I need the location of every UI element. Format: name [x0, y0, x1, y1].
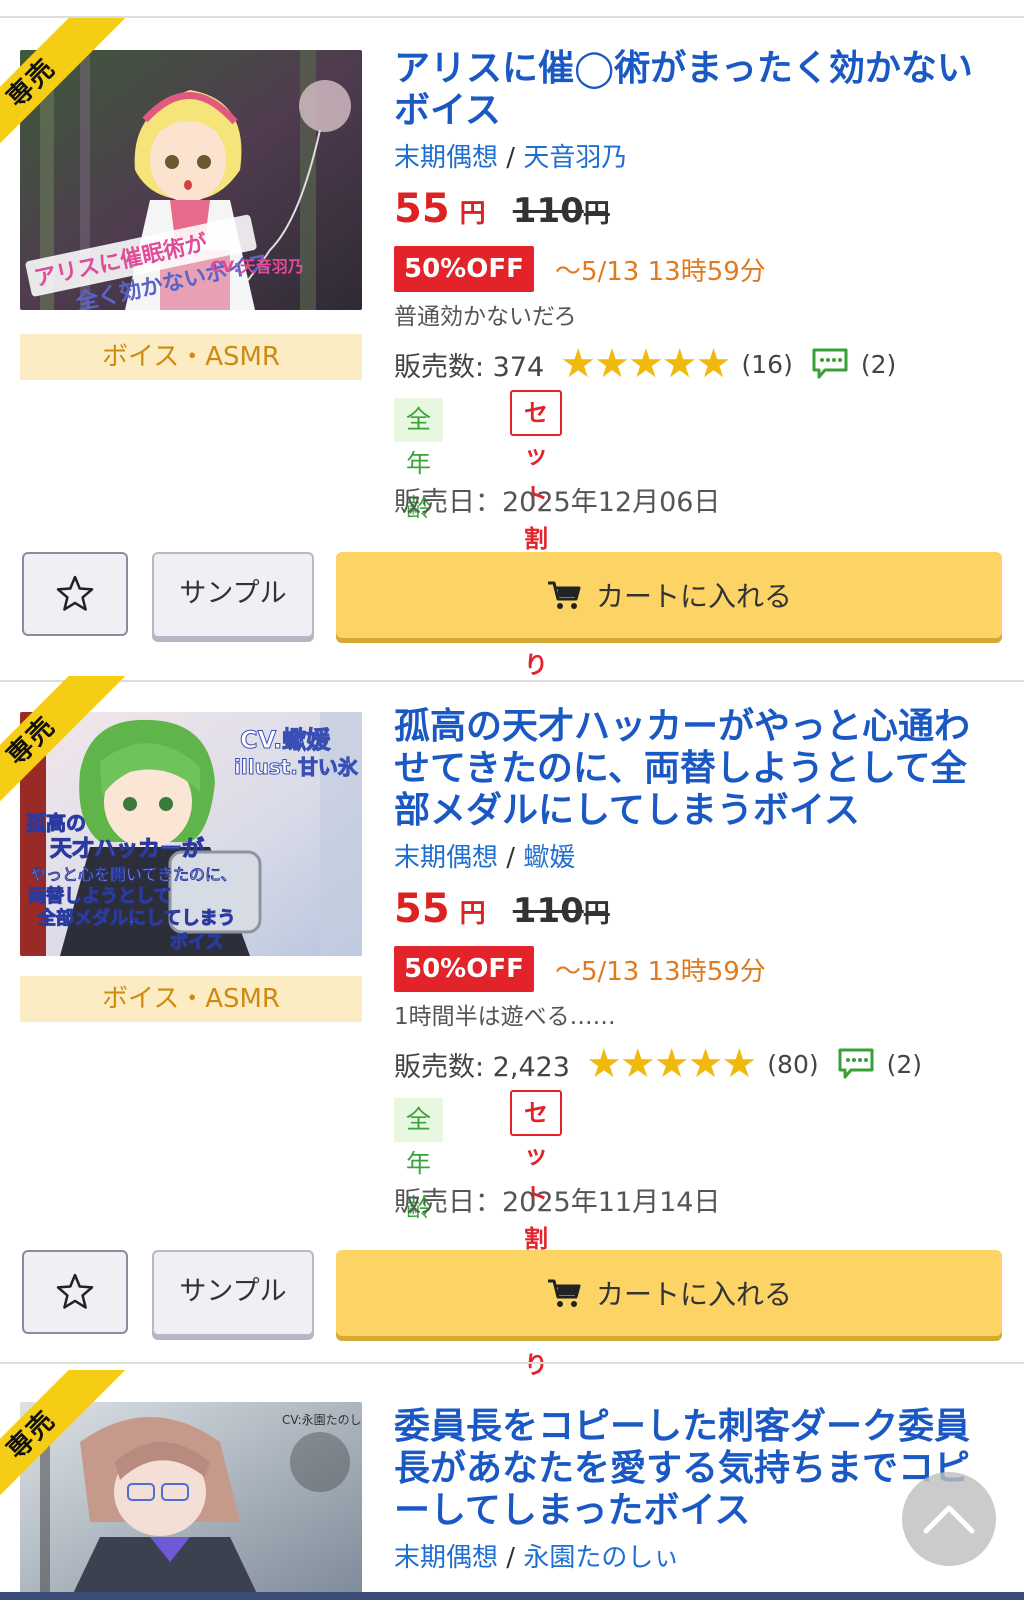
original-price: 110: [512, 191, 584, 231]
comment-icon[interactable]: [811, 347, 849, 381]
voice-actor-link[interactable]: 永園たのしぃ: [523, 1543, 679, 1573]
rating-stars[interactable]: ★ ★ ★ ★ ★: [585, 1041, 758, 1087]
set-discount-tag[interactable]: セット割引あり: [510, 1090, 562, 1379]
cart-icon: [547, 581, 581, 609]
sample-button[interactable]: サンプル: [152, 1250, 314, 1336]
sale-price: 55: [394, 886, 450, 932]
scroll-to-top-button[interactable]: [902, 1472, 996, 1566]
card-divider: [0, 1362, 1024, 1364]
svg-text:全部メダルにしてしまう: 全部メダルにしてしまう: [37, 907, 235, 929]
svg-text:天才ハッカーが: 天才ハッカーが: [50, 836, 204, 862]
svg-text:CV:永園たのしぃ: CV:永園たのしぃ: [282, 1413, 362, 1427]
exclusive-badge: 専売: [0, 18, 130, 148]
star-icon: ★: [585, 1041, 622, 1087]
review-count[interactable]: (80): [767, 1050, 818, 1079]
original-price-unit: 円: [583, 899, 610, 929]
maker-row: 末期偶想 / 永園たのしぃ: [394, 1542, 679, 1574]
cart-button-label: カートに入れる: [595, 1278, 792, 1311]
circle-link[interactable]: 末期偶想: [394, 843, 498, 873]
separator: /: [506, 1543, 524, 1573]
svg-text:ボイス: ボイス: [170, 932, 223, 953]
original-price: 110: [512, 891, 584, 931]
discount-deadline: 〜5/13 13時59分: [554, 956, 766, 987]
star-icon: ★: [695, 341, 732, 387]
add-to-cart-button[interactable]: カートに入れる: [336, 552, 1002, 638]
original-price-unit: 円: [583, 199, 610, 229]
set-discount-tag[interactable]: セット割引あり: [510, 390, 562, 679]
favorite-button[interactable]: [22, 552, 128, 636]
review-count[interactable]: (16): [742, 350, 793, 379]
release-date: 販売日：2025年12月06日: [394, 487, 721, 518]
svg-text:CV.蠍媛: CV.蠍媛: [240, 726, 331, 754]
star-icon: ★: [687, 1041, 724, 1087]
product-title-link[interactable]: アリスに催◯術がまったく効かないボイス: [394, 48, 994, 132]
product-title-link[interactable]: 孤高の天才ハッカーがやっと心通わせてきたのに、両替しようとして全部メダルにしてし…: [394, 706, 994, 832]
star-outline-icon: [56, 1273, 94, 1309]
discount-deadline: 〜5/13 13時59分: [554, 256, 766, 287]
sample-button[interactable]: サンプル: [152, 552, 314, 638]
discount-badge: 50%OFF: [394, 946, 534, 992]
star-icon: ★: [619, 1041, 656, 1087]
maker-row: 末期偶想 / 蠍媛: [394, 842, 575, 874]
star-icon: ★: [653, 1041, 690, 1087]
voice-actor-link[interactable]: 天音羽乃: [523, 143, 627, 173]
favorite-button[interactable]: [22, 1250, 128, 1334]
price-row: 55 円 110円: [394, 886, 610, 934]
star-icon: ★: [661, 341, 698, 387]
discount-row: 50%OFF 〜5/13 13時59分: [394, 946, 766, 992]
bottom-navigation-bar: [0, 1592, 1024, 1600]
product-card: CV.蠍媛 illust.甘い氷 孤高の 天才ハッカーが やっと心を開いてきたの…: [0, 676, 1024, 1379]
exclusive-badge: 専売: [0, 676, 130, 806]
product-card: CV:永園たのしぃ 専売 委員長をコピーした刺客ダーク委員長があなたを愛する気持…: [0, 1370, 1024, 1600]
discount-row: 50%OFF 〜5/13 13時59分: [394, 246, 766, 292]
svg-text:CV:天音羽乃: CV:天音羽乃: [210, 257, 304, 276]
svg-text:両替しようとして: 両替しようとして: [28, 885, 171, 907]
star-icon: ★: [560, 341, 597, 387]
voice-actor-link[interactable]: 蠍媛: [523, 843, 575, 873]
release-date: 販売日：2025年11月14日: [394, 1187, 721, 1218]
separator: /: [506, 843, 524, 873]
stats-row: 販売数: 2,423 ★ ★ ★ ★ ★ (80) (2): [394, 1042, 922, 1086]
sales-count: 販売数: 374: [394, 351, 545, 383]
star-outline-icon: [56, 575, 94, 611]
circle-link[interactable]: 末期偶想: [394, 143, 498, 173]
svg-text:illust.甘い氷: illust.甘い氷: [234, 755, 359, 779]
genre-label[interactable]: ボイス・ASMR: [20, 334, 362, 380]
stats-row: 販売数: 374 ★ ★ ★ ★ ★ (16) (2): [394, 342, 896, 386]
sales-count: 販売数: 2,423: [394, 1051, 570, 1083]
price-unit: 円: [459, 899, 486, 929]
circle-link[interactable]: 末期偶想: [394, 1543, 498, 1573]
comment-count[interactable]: (2): [861, 350, 896, 379]
age-rating-tag: 全年齢: [394, 1098, 444, 1222]
exclusive-badge: 専売: [0, 1370, 130, 1500]
add-to-cart-button[interactable]: カートに入れる: [336, 1250, 1002, 1336]
maker-row: 末期偶想 / 天音羽乃: [394, 142, 627, 174]
price-unit: 円: [459, 199, 486, 229]
comment-count[interactable]: (2): [887, 1050, 922, 1079]
chevron-up-icon: [923, 1505, 975, 1534]
age-rating-tag: 全年齢: [394, 398, 444, 522]
discount-badge: 50%OFF: [394, 246, 534, 292]
star-icon: ★: [721, 1041, 758, 1087]
separator: /: [506, 143, 524, 173]
star-icon: ★: [594, 341, 630, 387]
sale-price: 55: [394, 186, 450, 232]
rating-stars[interactable]: ★ ★ ★ ★ ★: [560, 341, 732, 387]
svg-text:孤高の: 孤高の: [26, 811, 86, 835]
svg-text:やっと心を開いてきたのに、: やっと心を開いてきたのに、: [30, 865, 237, 884]
product-card: アリスに催眠術が 全く効かないボイス CV:天音羽乃 専売 ボイス・ASMR ア…: [0, 18, 1024, 682]
cart-button-label: カートに入れる: [595, 580, 792, 613]
comment-icon[interactable]: [837, 1047, 875, 1081]
product-description: 1時間半は遊べる……: [394, 1004, 616, 1030]
price-row: 55 円 110円: [394, 186, 610, 234]
star-icon: ★: [627, 341, 664, 387]
product-description: 普通効かないだろ: [394, 304, 577, 330]
genre-label[interactable]: ボイス・ASMR: [20, 976, 362, 1022]
cart-icon: [547, 1279, 581, 1307]
